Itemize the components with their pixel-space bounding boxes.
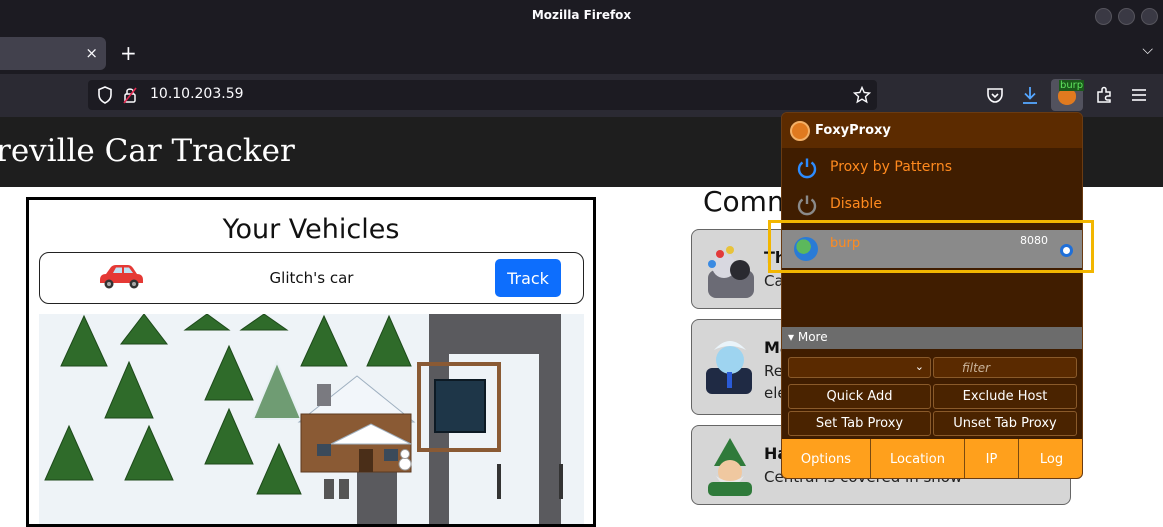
more-section-toggle[interactable]: ▾ More bbox=[782, 327, 1082, 349]
extensions-icon[interactable] bbox=[1095, 86, 1113, 104]
maximize-button[interactable] bbox=[1118, 8, 1135, 25]
mode-disable[interactable]: Disable bbox=[782, 187, 1082, 223]
mode-proxy-by-patterns[interactable]: Proxy by Patterns bbox=[782, 150, 1082, 186]
location-button[interactable]: Location bbox=[871, 439, 965, 478]
vehicle-row: Glitch's car Track bbox=[39, 252, 584, 304]
mode-label: Proxy by Patterns bbox=[830, 159, 953, 175]
foxyproxy-toolbar-button[interactable]: burp bbox=[1051, 79, 1085, 111]
url-bar[interactable]: 10.10.203.59 bbox=[88, 80, 877, 110]
quick-add-button[interactable]: Quick Add bbox=[788, 384, 931, 409]
site-title: reville Car Tracker bbox=[0, 133, 295, 169]
vehicles-heading: Your Vehicles bbox=[222, 214, 400, 245]
power-icon bbox=[797, 158, 817, 179]
close-window-button[interactable] bbox=[1141, 8, 1158, 25]
foxyproxy-logo-icon bbox=[790, 121, 810, 141]
nav-toolbar: 10.10.203.59 burp bbox=[0, 74, 1163, 117]
tab-close-icon[interactable]: × bbox=[85, 44, 98, 62]
insecure-lock-icon[interactable] bbox=[123, 86, 137, 104]
vehicles-card: Your Vehicles Glitch's car Track bbox=[26, 197, 596, 527]
options-button[interactable]: Options bbox=[782, 439, 871, 478]
filter-input[interactable]: filter bbox=[933, 357, 1077, 378]
bookmark-star-icon[interactable] bbox=[853, 86, 871, 104]
log-button[interactable]: Log bbox=[1019, 439, 1082, 478]
minimize-button[interactable] bbox=[1095, 8, 1112, 25]
url-text[interactable]: 10.10.203.59 bbox=[150, 86, 244, 102]
downloads-icon[interactable] bbox=[1021, 85, 1039, 105]
foxyproxy-title: FoxyProxy bbox=[815, 123, 891, 138]
foxyproxy-footer: Options Location IP Log bbox=[782, 439, 1082, 478]
foxyproxy-fox-icon bbox=[1058, 89, 1076, 105]
track-button[interactable]: Track bbox=[495, 259, 561, 297]
set-tab-proxy-button[interactable]: Set Tab Proxy bbox=[788, 411, 931, 436]
tab-strip: × + ⌵ bbox=[0, 33, 1163, 74]
window-titlebar: Mozilla Firefox bbox=[0, 0, 1163, 33]
avatar bbox=[708, 246, 754, 298]
tab-list-icon[interactable]: ⌵ bbox=[1142, 42, 1153, 58]
unset-tab-proxy-button[interactable]: Unset Tab Proxy bbox=[933, 411, 1077, 436]
tab-current[interactable]: × bbox=[0, 37, 106, 70]
exclude-host-button[interactable]: Exclude Host bbox=[933, 384, 1077, 409]
power-off-icon bbox=[797, 195, 817, 216]
map-scene bbox=[39, 314, 584, 524]
avatar bbox=[708, 438, 752, 496]
window-title: Mozilla Firefox bbox=[531, 8, 632, 22]
foxyproxy-popup: FoxyProxy Proxy by Patterns Disable burp… bbox=[781, 112, 1083, 479]
avatar bbox=[706, 341, 752, 394]
mode-label: Disable bbox=[830, 196, 882, 212]
chevron-down-icon: ⌄ bbox=[914, 360, 924, 373]
highlight-box bbox=[768, 220, 1094, 273]
pocket-icon[interactable] bbox=[986, 87, 1004, 104]
new-tab-button[interactable]: + bbox=[120, 41, 137, 65]
menu-icon[interactable] bbox=[1131, 88, 1147, 102]
proxy-badge: burp bbox=[1059, 80, 1085, 91]
foxyproxy-header: FoxyProxy bbox=[782, 113, 1082, 148]
proxy-select-dropdown[interactable]: ⌄ bbox=[788, 357, 931, 378]
shield-icon[interactable] bbox=[97, 86, 113, 104]
more-label: ▾ More bbox=[788, 330, 828, 344]
vehicle-map[interactable] bbox=[39, 314, 584, 524]
ip-button[interactable]: IP bbox=[965, 439, 1019, 478]
